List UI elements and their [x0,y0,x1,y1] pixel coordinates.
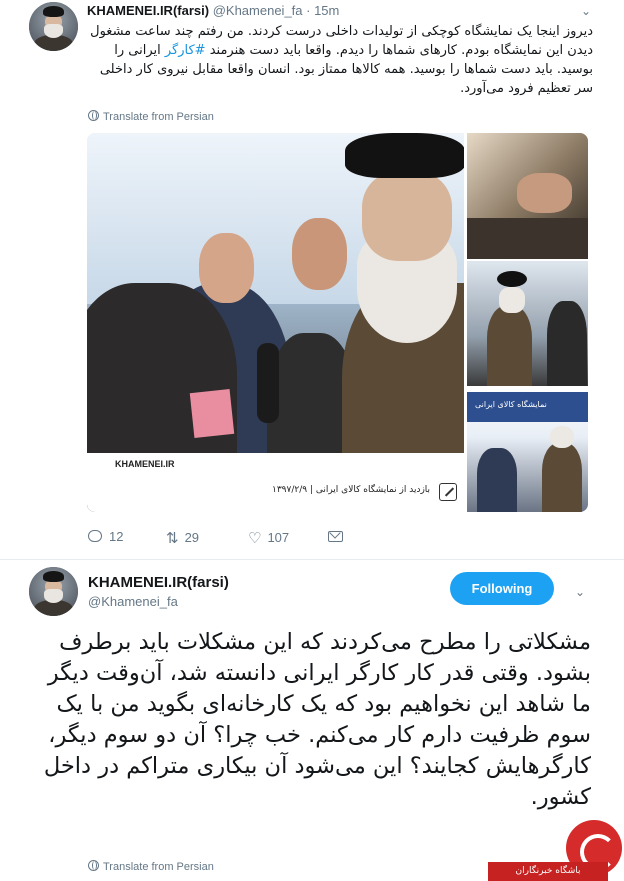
photo-main[interactable]: KHAMENEI.IR بازدید از نمایشگاه کالای ایر… [87,133,464,512]
retweet-icon: ⇅ [166,530,179,547]
reply-count: 12 [109,529,124,544]
tweet-text: دیروز اینجا یک نمایشگاه کوچکی از تولیدات… [88,22,593,98]
avatar[interactable] [29,2,78,51]
photo-caption: بازدید از نمایشگاه کالای ایرانی | ۱۳۹۷/۲… [272,485,431,495]
chevron-down-icon[interactable]: ⌄ [575,585,585,599]
photo-thumb-2[interactable] [467,261,588,386]
media-grid[interactable]: KHAMENEI.IR بازدید از نمایشگاه کالای ایر… [87,133,588,512]
logo-text: KHAMENEI.IR [115,459,175,469]
user-handle[interactable]: @Khamenei_fa [213,3,303,18]
watermark-text: باشگاه خبرنگاران [488,862,608,881]
direct-message-button[interactable] [328,529,343,544]
reply-icon [88,530,102,542]
heart-icon: ♡ [248,530,262,547]
tweet-header: KHAMENEI.IR(farsi) @Khamenei_fa · 15m [87,3,339,18]
translate-link[interactable]: Translate from Persian [88,110,214,123]
photo-thumb-1[interactable] [467,133,588,259]
retweet-count: 29 [184,530,200,545]
globe-icon [88,860,99,871]
banner-text: نمایشگاه کالای ایرانی [475,400,547,409]
hashtag-link[interactable]: #کارگر [165,43,206,58]
timestamp[interactable]: · 15m [306,3,339,18]
photo-thumb-3[interactable]: نمایشگاه کالای ایرانی [467,388,588,512]
user-handle[interactable]: @Khamenei_fa [88,594,178,609]
display-name[interactable]: KHAMENEI.IR(farsi) [88,574,229,591]
envelope-icon [328,531,343,542]
reply-button[interactable]: 12 [88,529,123,544]
avatar[interactable] [29,567,78,616]
following-button[interactable]: Following [450,572,554,605]
globe-icon [88,110,99,121]
tweet-text: مشکلاتی را مطرح می‌کردند که این مشکلات ب… [43,629,591,810]
like-count: 107 [267,530,290,545]
translate-label: Translate from Persian [103,111,214,123]
translate-label: Translate from Persian [103,861,214,873]
like-button[interactable]: ♡ 107 [248,529,289,547]
tweet-1[interactable]: KHAMENEI.IR(farsi) @Khamenei_fa · 15m ⌄ … [0,0,624,560]
display-name[interactable]: KHAMENEI.IR(farsi) [87,3,209,18]
retweet-button[interactable]: ⇅ 29 [166,529,199,547]
pen-icon [439,483,457,501]
chevron-down-icon[interactable]: ⌄ [581,4,591,18]
translate-link[interactable]: Translate from Persian [88,860,214,873]
microphone [257,343,279,423]
